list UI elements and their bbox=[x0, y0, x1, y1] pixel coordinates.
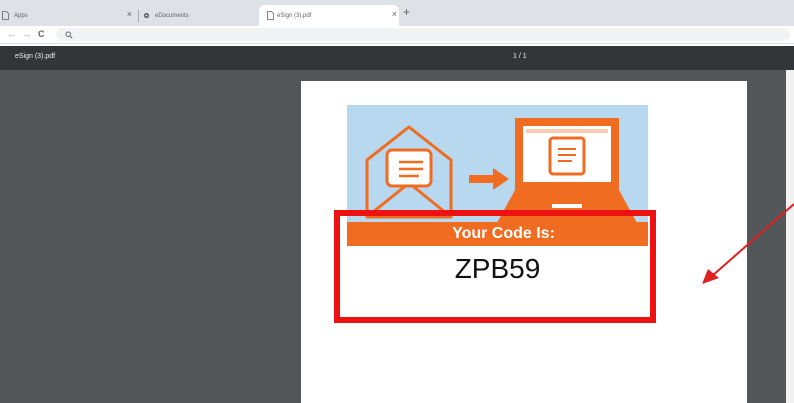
close-tab-icon[interactable]: × bbox=[127, 10, 132, 19]
close-tab-icon[interactable]: × bbox=[392, 10, 397, 19]
page-icon bbox=[267, 11, 274, 20]
back-button[interactable]: ← bbox=[7, 28, 16, 40]
forward-button[interactable]: → bbox=[22, 28, 31, 40]
highlight-box bbox=[334, 210, 656, 323]
tab-strip: Apps × eDocuments × eSign (3).pdf × + bbox=[0, 0, 794, 26]
tab-apps[interactable]: Apps × bbox=[0, 5, 138, 26]
tab-label: eDocuments bbox=[155, 12, 189, 19]
tab-esign-pdf[interactable]: eSign (3).pdf × bbox=[259, 5, 399, 26]
pdf-toolbar: eSign (3).pdf 1 / 1 bbox=[0, 46, 794, 70]
reload-button[interactable]: C bbox=[38, 28, 45, 40]
tab-separator bbox=[138, 10, 139, 22]
envelope-to-laptop-image bbox=[365, 118, 637, 223]
pdf-file-name: eSign (3).pdf bbox=[15, 53, 56, 60]
gear-icon bbox=[143, 12, 150, 19]
tab-label: Apps bbox=[14, 12, 28, 19]
new-tab-button[interactable]: + bbox=[403, 6, 410, 18]
arrow-right-icon bbox=[469, 168, 509, 190]
annotation-arrow-icon bbox=[702, 203, 794, 284]
esign-illustration bbox=[347, 105, 648, 227]
document-icon bbox=[385, 148, 433, 188]
address-bar[interactable] bbox=[56, 28, 790, 41]
page-icon bbox=[2, 11, 9, 20]
page-indicator: 1 / 1 bbox=[513, 53, 527, 60]
search-icon bbox=[65, 31, 73, 39]
laptop-icon bbox=[497, 118, 637, 223]
browser-toolbar: ← → C bbox=[0, 26, 794, 44]
tab-label: eSign (3).pdf bbox=[277, 12, 312, 19]
tab-edocuments[interactable]: eDocuments × bbox=[141, 5, 271, 26]
